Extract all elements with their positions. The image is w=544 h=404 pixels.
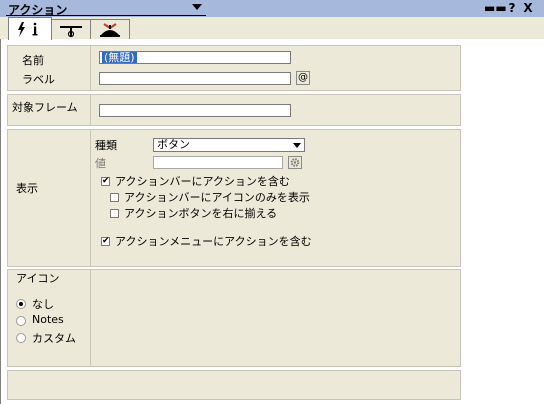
- icon-only-label: アクションバーにアイコンのみを表示: [124, 191, 310, 204]
- display-section: 表示 種類 ボタン 値 ✔ アクションバーにアクションを含む アクションバーにア…: [7, 129, 461, 267]
- footer-section: [7, 370, 461, 400]
- label-field[interactable]: [99, 72, 291, 85]
- properties-sheet: 名前 ラベル (無題) @ 対象フレーム 表示 種類 ボタン 値 ✔ アクション…: [0, 39, 544, 404]
- target-frame-label: 対象フレーム: [12, 101, 78, 114]
- target-frame-field[interactable]: [99, 104, 291, 117]
- type-select-value: ボタン: [157, 138, 190, 151]
- tab-hide-when[interactable]: [51, 19, 91, 39]
- propeller-hat-icon: [100, 23, 120, 37]
- name-field[interactable]: (無題): [99, 51, 291, 64]
- icon-notes-radio[interactable]: [16, 316, 26, 326]
- type-select[interactable]: ボタン: [153, 138, 305, 152]
- display-label: 表示: [16, 182, 38, 195]
- value-label: 値: [95, 157, 106, 170]
- lightning-icon: [18, 22, 25, 37]
- info-icon: [33, 22, 37, 26]
- help-button[interactable]: ?: [506, 1, 518, 15]
- icon-only-checkbox[interactable]: [110, 193, 119, 202]
- tab-actions-icons: [18, 22, 38, 37]
- name-label: 名前: [22, 54, 44, 67]
- gear-icon[interactable]: [288, 156, 302, 169]
- tab-advanced[interactable]: [90, 19, 130, 39]
- include-in-action-menu-checkbox[interactable]: ✔: [101, 237, 110, 246]
- chevron-down-icon: [293, 143, 301, 148]
- close-button[interactable]: X: [522, 1, 534, 15]
- display-label-column: [8, 130, 91, 266]
- formula-button[interactable]: @: [296, 71, 310, 85]
- label-label: ラベル: [22, 73, 55, 86]
- icon-section: アイコン なし Notes カスタム: [7, 269, 461, 367]
- tab-strip: [0, 17, 544, 40]
- target-frame-section: 対象フレーム: [7, 94, 461, 126]
- icon-none-radio[interactable]: [16, 299, 26, 309]
- title-underline: [6, 15, 206, 16]
- include-in-action-bar-label: アクションバーにアクションを含む: [115, 175, 290, 188]
- value-field[interactable]: [153, 156, 283, 169]
- type-label: 種類: [95, 139, 117, 152]
- icon-custom-radio[interactable]: [16, 333, 26, 343]
- title-dropdown-icon[interactable]: [192, 4, 202, 10]
- name-value: (無題): [102, 51, 137, 64]
- icon-custom-label: カスタム: [32, 332, 76, 345]
- hide-when-icon: [60, 26, 82, 38]
- icon-notes-label: Notes: [32, 313, 64, 326]
- align-right-checkbox[interactable]: [110, 209, 119, 218]
- icon-none-label: なし: [32, 298, 54, 311]
- include-in-action-bar-checkbox[interactable]: ✔: [101, 177, 110, 186]
- tab-actions[interactable]: [8, 17, 52, 40]
- menu-icon[interactable]: ▬▬: [484, 1, 507, 15]
- title-bar: アクション ▬▬ ? X: [0, 0, 544, 17]
- name-section: 名前 ラベル (無題) @: [7, 45, 461, 91]
- include-in-action-menu-label: アクションメニューにアクションを含む: [115, 235, 312, 248]
- align-right-label: アクションボタンを右に揃える: [124, 207, 278, 220]
- icon-section-label: アイコン: [16, 272, 60, 285]
